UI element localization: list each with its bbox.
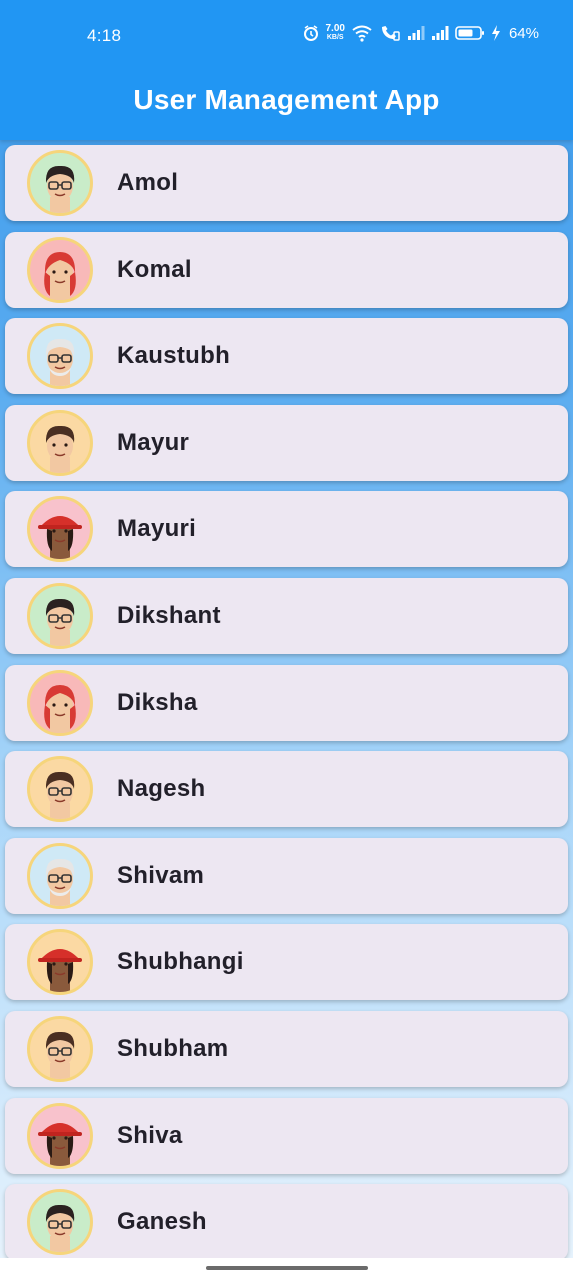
volte-call-icon [379, 24, 401, 42]
avatar [27, 150, 93, 216]
user-name: Diksha [117, 689, 198, 716]
charging-icon [491, 25, 501, 41]
avatar [27, 410, 93, 476]
avatar [27, 670, 93, 736]
memoji-white-hair-glasses-icon [30, 846, 90, 906]
alarm-icon [302, 24, 320, 42]
user-card[interactable]: Shiva [5, 1098, 568, 1174]
memoji-glasses-dark-hair-icon [30, 153, 90, 213]
user-card[interactable]: Ganesh [5, 1184, 568, 1260]
user-name: Mayur [117, 429, 190, 456]
wifi-icon [351, 24, 373, 42]
user-name: Kaustubh [117, 342, 231, 369]
avatar [27, 1103, 93, 1169]
page-title: User Management App [133, 84, 440, 115]
user-card[interactable]: Nagesh [5, 751, 568, 827]
user-name: Dikshant [117, 602, 221, 629]
user-card[interactable]: Shivam [5, 838, 568, 914]
avatar [27, 843, 93, 909]
user-name: Shubhangi [117, 948, 244, 975]
memoji-brown-hair-icon [30, 413, 90, 473]
user-card[interactable]: Shubhangi [5, 924, 568, 1000]
avatar [27, 756, 93, 822]
avatar [27, 1189, 93, 1255]
status-bar: 4:18 7.00 KB/S 64% [0, 22, 573, 50]
memoji-white-hair-glasses-icon [30, 326, 90, 386]
memoji-red-hair-wink-icon [30, 673, 90, 733]
user-name: Shubham [117, 1035, 229, 1062]
avatar [27, 929, 93, 995]
net-speed: 7.00 KB/S [325, 23, 345, 42]
battery-percent: 64% [508, 24, 539, 42]
memoji-brown-hair-glasses-icon [30, 759, 90, 819]
user-name: Shiva [117, 1122, 183, 1149]
user-card[interactable]: Dikshant [5, 578, 568, 654]
user-name: Komal [117, 256, 192, 283]
battery-icon [455, 25, 485, 41]
user-card[interactable]: Kaustubh [5, 318, 568, 394]
signal-2-icon [431, 25, 449, 41]
user-card[interactable]: Mayur [5, 405, 568, 481]
user-name: Nagesh [117, 775, 206, 802]
status-time: 4:18 [87, 26, 122, 45]
avatar [27, 237, 93, 303]
user-card[interactable]: Amol [5, 145, 568, 221]
user-card[interactable]: Komal [5, 232, 568, 308]
user-card[interactable]: Mayuri [5, 491, 568, 567]
app-bar: 4:18 7.00 KB/S 64% User Management App [0, 0, 573, 140]
user-name: Mayuri [117, 515, 197, 542]
avatar [27, 1016, 93, 1082]
user-name: Shivam [117, 862, 205, 889]
memoji-red-hair-wink-icon [30, 240, 90, 300]
avatar [27, 323, 93, 389]
memoji-glasses-dark-hair-icon [30, 586, 90, 646]
memoji-red-hat-icon [30, 499, 90, 559]
user-card[interactable]: Shubham [5, 1011, 568, 1087]
status-icons: 7.00 KB/S 64% [302, 23, 539, 42]
user-name: Ganesh [117, 1208, 207, 1235]
memoji-red-hat-icon [30, 1106, 90, 1166]
memoji-red-hat-icon [30, 932, 90, 992]
avatar [27, 583, 93, 649]
avatar [27, 496, 93, 562]
user-card[interactable]: Diksha [5, 665, 568, 741]
memoji-glasses-dark-hair-icon [30, 1192, 90, 1252]
signal-1-icon [407, 25, 425, 41]
home-indicator[interactable] [206, 1266, 368, 1270]
memoji-brown-hair-glasses-icon [30, 1019, 90, 1079]
user-name: Amol [117, 169, 179, 196]
